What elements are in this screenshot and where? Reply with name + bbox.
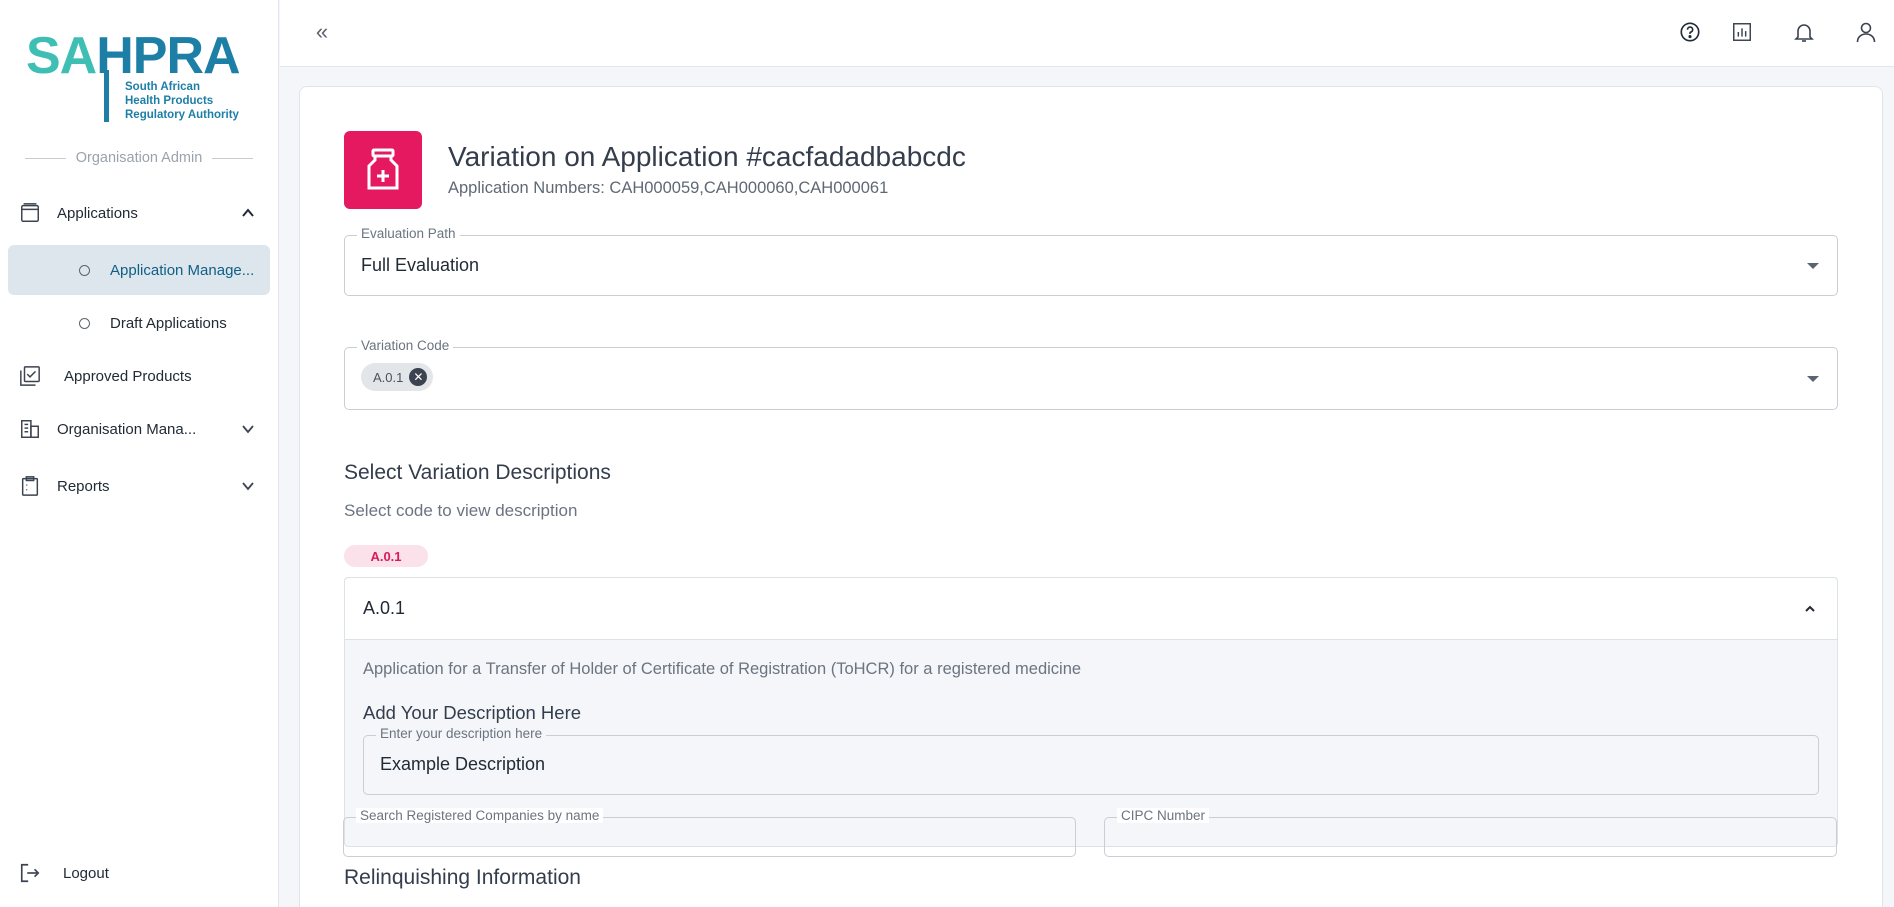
description-input-label: Enter your description here: [376, 726, 547, 741]
variation-descriptions-title: Select Variation Descriptions: [344, 461, 611, 484]
bullet-icon: [79, 317, 90, 329]
logo-wordmark: SAHPRA: [26, 27, 241, 85]
role-label: Organisation Admin: [75, 150, 203, 166]
dropdown-caret-icon[interactable]: [1807, 263, 1819, 269]
cipc-number-input[interactable]: CIPC Number: [1104, 808, 1837, 857]
chip-label: A.0.1: [373, 369, 404, 385]
search-companies-input[interactable]: Search Registered Companies by name: [343, 808, 1076, 857]
logo-subtitle: South African Health Products Regulatory…: [125, 81, 239, 121]
chevron-up-icon[interactable]: [1803, 602, 1817, 616]
sidebar-item-label: Reports: [57, 477, 110, 495]
search-companies-label: Search Registered Companies by name: [356, 808, 604, 823]
notification-bell-icon[interactable]: [1790, 18, 1818, 46]
user-profile-icon[interactable]: [1852, 18, 1880, 46]
topbar: «: [280, 0, 1894, 67]
applications-icon: [18, 201, 42, 225]
sidebar-item-label: Draft Applications: [110, 314, 227, 332]
sidebar: SAHPRA South African Health Products Reg…: [0, 0, 279, 907]
variation-code-badge[interactable]: A.0.1: [344, 545, 428, 567]
chevron-down-icon[interactable]: [238, 476, 258, 496]
chip-remove-icon[interactable]: ✕: [409, 368, 428, 386]
approved-products-icon: [18, 364, 42, 388]
chevron-down-icon[interactable]: [238, 419, 258, 439]
description-input[interactable]: Enter your description here Example Desc…: [363, 726, 1819, 795]
variation-description: Application for a Transfer of Holder of …: [363, 660, 1082, 678]
accordion-code: A.0.1: [363, 598, 406, 618]
sidebar-item-applications[interactable]: Applications: [0, 191, 279, 235]
medicine-bottle-icon: [344, 131, 422, 209]
relinquishing-title: Relinquishing Information: [344, 866, 581, 889]
application-numbers: Application Numbers: CAH000059,CAH000060…: [448, 179, 889, 197]
sidebar-item-label: Applications: [57, 204, 138, 222]
chevron-up-icon[interactable]: [238, 203, 258, 223]
bullet-icon: [79, 264, 90, 276]
building-icon: [18, 417, 42, 441]
evaluation-path-label: Evaluation Path: [357, 226, 460, 241]
logo-bar: [104, 70, 109, 122]
variation-code-chip[interactable]: A.0.1 ✕: [361, 363, 434, 391]
sidebar-item-application-management[interactable]: Application Manage...: [8, 245, 270, 295]
dropdown-caret-icon[interactable]: [1807, 376, 1819, 382]
sidebar-item-label: Approved Products: [64, 367, 192, 385]
evaluation-path-select[interactable]: Evaluation Path Full Evaluation: [344, 226, 1838, 296]
role-divider: Organisation Admin: [25, 150, 254, 166]
add-description-title: Add Your Description Here: [363, 702, 582, 723]
evaluation-path-value: Full Evaluation: [361, 255, 480, 275]
variation-code-select[interactable]: Variation Code A.0.1 ✕: [344, 338, 1838, 410]
accordion-header[interactable]: A.0.1: [345, 578, 1837, 640]
sidebar-item-reports[interactable]: Reports: [0, 464, 279, 508]
sidebar-item-label: Organisation Mana...: [57, 420, 197, 438]
cipc-number-label: CIPC Number: [1117, 808, 1210, 823]
variation-descriptions-hint: Select code to view description: [344, 501, 578, 520]
sidebar-item-approved-products[interactable]: Approved Products: [0, 354, 279, 398]
sidebar-item-draft-applications[interactable]: Draft Applications: [8, 298, 270, 348]
collapse-sidebar-button[interactable]: «: [308, 18, 336, 46]
clipboard-icon: [18, 474, 42, 498]
variation-accordion: A.0.1 Application for a Transfer of Hold…: [344, 577, 1838, 847]
variation-form-card: Variation on Application #cacfadadbabcdc…: [299, 86, 1883, 907]
help-icon[interactable]: [1676, 18, 1704, 46]
analytics-icon[interactable]: [1728, 18, 1756, 46]
logout-label: Logout: [63, 864, 109, 882]
sidebar-item-organisation-management[interactable]: Organisation Mana...: [0, 407, 279, 451]
sidebar-item-label: Application Manage...: [110, 261, 255, 279]
description-input-value[interactable]: Example Description: [380, 754, 545, 775]
logout-button[interactable]: Logout: [0, 851, 279, 895]
sahpra-logo[interactable]: SAHPRA South African Health Products Reg…: [26, 30, 256, 124]
variation-code-label: Variation Code: [357, 338, 454, 353]
page-title: Variation on Application #cacfadadbabcdc: [448, 141, 966, 172]
logout-icon: [18, 861, 42, 885]
